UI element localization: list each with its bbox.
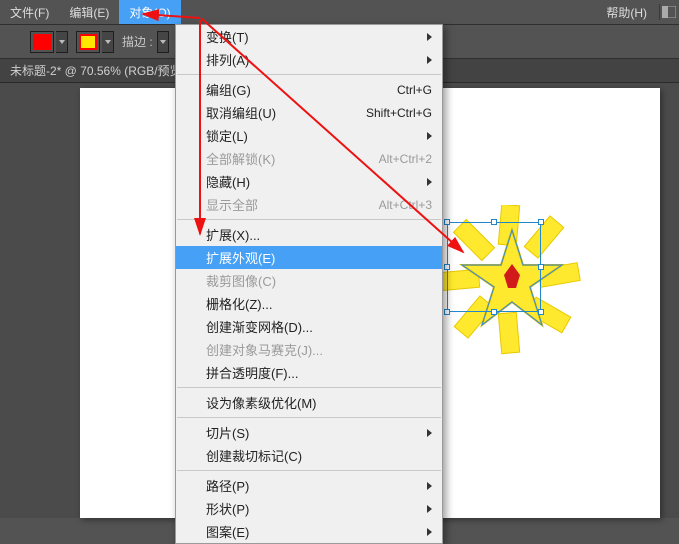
- menu-object[interactable]: 对象(O): [119, 0, 180, 24]
- menu-item-shape[interactable]: 形状(P): [176, 497, 442, 520]
- menu-edit[interactable]: 编辑(E): [59, 0, 119, 24]
- object-dropdown: 变换(T) 排列(A) 编组(G)Ctrl+G 取消编组(U)Shift+Ctr…: [175, 24, 443, 544]
- menu-file[interactable]: 文件(F): [0, 0, 59, 24]
- menu-item-pixel-perfect[interactable]: 设为像素级优化(M): [176, 391, 442, 414]
- menu-item-lock[interactable]: 锁定(L): [176, 124, 442, 147]
- stroke-dropdown-icon[interactable]: [102, 31, 114, 53]
- menu-item-pattern[interactable]: 图案(E): [176, 520, 442, 543]
- menu-item-path[interactable]: 路径(P): [176, 474, 442, 497]
- menu-item-expand-appearance[interactable]: 扩展外观(E): [176, 246, 442, 269]
- menu-item-unlock-all: 全部解锁(K)Alt+Ctrl+2: [176, 147, 442, 170]
- menu-item-trim-marks[interactable]: 创建裁切标记(C): [176, 444, 442, 467]
- menu-item-slice[interactable]: 切片(S): [176, 421, 442, 444]
- stroke-label: 描边 :: [122, 33, 153, 50]
- menu-item-group[interactable]: 编组(G)Ctrl+G: [176, 78, 442, 101]
- workspace-switcher-icon[interactable]: [659, 4, 677, 20]
- menu-item-rasterize[interactable]: 栅格化(Z)...: [176, 292, 442, 315]
- menu-help[interactable]: 帮助(H): [596, 0, 657, 24]
- document-title: 未标题-2* @ 70.56% (RGB/预览): [10, 62, 186, 79]
- selection-bbox[interactable]: [447, 222, 541, 312]
- menu-item-crop: 裁剪图像(C): [176, 269, 442, 292]
- stroke-swatch[interactable]: [76, 31, 100, 53]
- menu-item-gradient-mesh[interactable]: 创建渐变网格(D)...: [176, 315, 442, 338]
- menu-item-flatten[interactable]: 拼合透明度(F)...: [176, 361, 442, 384]
- fill-dropdown-icon[interactable]: [56, 31, 68, 53]
- menu-item-arrange[interactable]: 排列(A): [176, 48, 442, 71]
- menu-item-hide[interactable]: 隐藏(H): [176, 170, 442, 193]
- menu-item-transform[interactable]: 变换(T): [176, 25, 442, 48]
- menu-item-ungroup[interactable]: 取消编组(U)Shift+Ctrl+G: [176, 101, 442, 124]
- menu-item-mosaic: 创建对象马赛克(J)...: [176, 338, 442, 361]
- menu-item-show-all: 显示全部Alt+Ctrl+3: [176, 193, 442, 216]
- menu-item-expand[interactable]: 扩展(X)...: [176, 223, 442, 246]
- misc-dropdown-icon[interactable]: [157, 31, 169, 53]
- fill-swatch[interactable]: [30, 31, 54, 53]
- menubar: 文件(F) 编辑(E) 对象(O) 帮助(H): [0, 0, 679, 24]
